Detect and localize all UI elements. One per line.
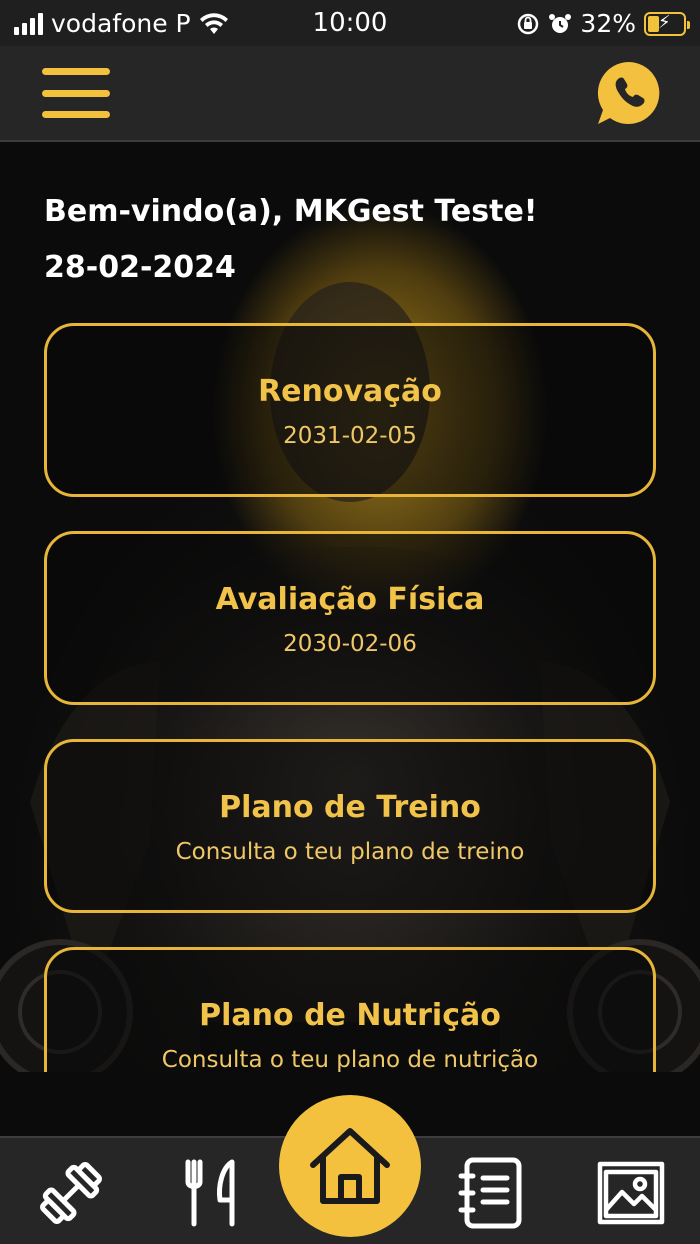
status-bar: vodafone P 10:00 32% ⚡: [0, 0, 700, 46]
phone-chat-icon[interactable]: [596, 60, 662, 126]
card-subtitle: 2030-02-06: [283, 631, 417, 657]
app-header: [0, 46, 700, 142]
welcome-message: Bem-vindo(a), MKGest Teste!: [44, 194, 538, 229]
training-plan-card[interactable]: Plano de Treino Consulta o teu plano de …: [44, 739, 656, 913]
card-title: Plano de Treino: [219, 790, 481, 825]
main-content: Bem-vindo(a), MKGest Teste! 28-02-2024 R…: [0, 142, 700, 1072]
card-title: Avaliação Física: [215, 582, 485, 617]
card-subtitle: Consulta o teu plano de treino: [175, 839, 525, 865]
card-title: Plano de Nutrição: [199, 998, 501, 1033]
dumbbell-icon[interactable]: [34, 1156, 108, 1230]
nutrition-plan-card[interactable]: Plano de Nutrição Consulta o teu plano d…: [44, 947, 656, 1072]
fork-knife-icon[interactable]: [176, 1156, 250, 1230]
card-subtitle: Consulta o teu plano de nutrição: [161, 1047, 539, 1072]
rotation-lock-icon: [518, 13, 539, 34]
home-button[interactable]: [279, 1095, 421, 1237]
alarm-icon: [549, 13, 572, 33]
card-subtitle: 2031-02-05: [283, 423, 417, 449]
current-date: 28-02-2024: [44, 250, 236, 285]
home-icon: [310, 1128, 390, 1204]
notebook-icon[interactable]: [455, 1156, 529, 1230]
physical-assessment-card[interactable]: Avaliação Física 2030-02-06: [44, 531, 656, 705]
battery-percentage: 32%: [580, 9, 636, 38]
renewal-card[interactable]: Renovação 2031-02-05: [44, 323, 656, 497]
hamburger-menu-button[interactable]: [42, 68, 110, 118]
status-right: 32% ⚡: [516, 9, 690, 38]
battery-icon: ⚡: [644, 11, 690, 36]
gallery-icon[interactable]: [594, 1156, 668, 1230]
card-title: Renovação: [258, 374, 442, 409]
